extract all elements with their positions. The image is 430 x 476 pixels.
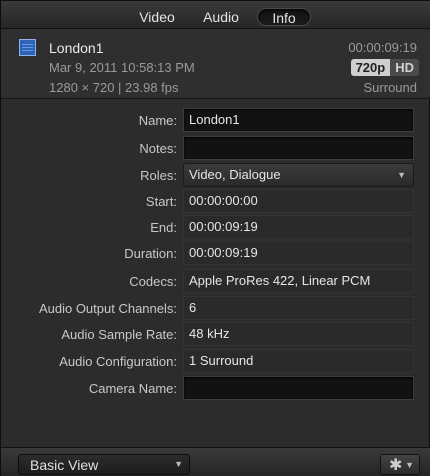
name-field[interactable]: London1 <box>183 108 414 132</box>
field-row-roles: Roles: Video, Dialogue ▼ <box>1 163 430 187</box>
camera-name-field[interactable] <box>183 376 414 400</box>
tab-info[interactable]: Info <box>257 8 311 26</box>
tab-audio[interactable]: Audio <box>193 8 249 26</box>
audio-config-summary: Surround <box>363 80 417 95</box>
inspector-panel: Video Audio Info London1 Mar 9, 2011 10:… <box>0 0 430 476</box>
field-row-name: Name: London1 <box>1 108 430 132</box>
clip-timecode: 00:00:09:19 <box>348 40 417 55</box>
end-value: 00:00:09:19 <box>183 215 414 239</box>
roles-select-value: Video, Dialogue <box>189 167 281 182</box>
field-row-codecs: Codecs: Apple ProRes 422, Linear PCM <box>1 269 430 293</box>
notes-label: Notes: <box>139 141 177 156</box>
audio-sample-rate-value: 48 kHz <box>183 322 414 346</box>
action-menu-button[interactable]: ✱ ▼ <box>380 454 420 475</box>
chevron-down-icon: ▼ <box>405 460 414 470</box>
notes-field[interactable] <box>183 136 414 160</box>
filmstrip-icon <box>19 39 36 56</box>
chevron-down-icon: ▼ <box>174 459 183 469</box>
audio-configuration-label: Audio Configuration: <box>59 354 177 369</box>
start-value: 00:00:00:00 <box>183 189 414 213</box>
clip-header: London1 Mar 9, 2011 10:58:13 PM 1280 × 7… <box>1 29 430 99</box>
roles-label: Roles: <box>140 168 177 183</box>
codecs-label: Codecs: <box>129 274 177 289</box>
field-row-notes: Notes: <box>1 136 430 160</box>
clip-name: London1 <box>49 40 104 56</box>
field-row-audio-configuration: Audio Configuration: 1 Surround <box>1 349 430 373</box>
start-label: Start: <box>145 194 177 209</box>
clip-resolution: 1280 × 720 | 23.98 fps <box>49 80 179 95</box>
field-row-duration: Duration: 00:00:09:19 <box>1 241 430 265</box>
audio-output-channels-label: Audio Output Channels: <box>38 301 177 316</box>
duration-value: 00:00:09:19 <box>183 241 414 265</box>
audio-sample-rate-label: Audio Sample Rate: <box>61 327 177 342</box>
gear-icon: ✱ <box>389 457 403 474</box>
badge-720p: 720p <box>350 59 391 76</box>
audio-output-channels-value: 6 <box>183 296 414 320</box>
field-row-audio-sample-rate: Audio Sample Rate: 48 kHz <box>1 322 430 346</box>
view-select-value: Basic View <box>30 457 99 473</box>
inspector-tab-bar: Video Audio Info <box>1 1 430 29</box>
format-badges: 720p HD <box>350 59 419 76</box>
field-row-camera-name: Camera Name: <box>1 376 430 400</box>
field-row-start: Start: 00:00:00:00 <box>1 189 430 213</box>
chevron-down-icon: ▼ <box>397 170 406 180</box>
audio-configuration-value: 1 Surround <box>183 349 414 373</box>
codecs-value: Apple ProRes 422, Linear PCM <box>183 269 414 293</box>
duration-label: Duration: <box>124 246 177 261</box>
end-label: End: <box>150 220 177 235</box>
field-row-audio-output-channels: Audio Output Channels: 6 <box>1 296 430 320</box>
tab-video[interactable]: Video <box>129 8 185 26</box>
inspector-bottom-bar: Basic View ▼ ✱ ▼ <box>1 447 430 476</box>
badge-hd: HD <box>390 59 419 76</box>
name-label: Name: <box>138 113 177 128</box>
roles-select[interactable]: Video, Dialogue ▼ <box>183 163 414 187</box>
camera-name-label: Camera Name: <box>88 381 177 396</box>
view-select[interactable]: Basic View ▼ <box>18 454 190 475</box>
field-row-end: End: 00:00:09:19 <box>1 215 430 239</box>
clip-date: Mar 9, 2011 10:58:13 PM <box>49 60 195 75</box>
info-fields: Name: London1 Notes: Roles: Video, Dialo… <box>1 100 430 420</box>
